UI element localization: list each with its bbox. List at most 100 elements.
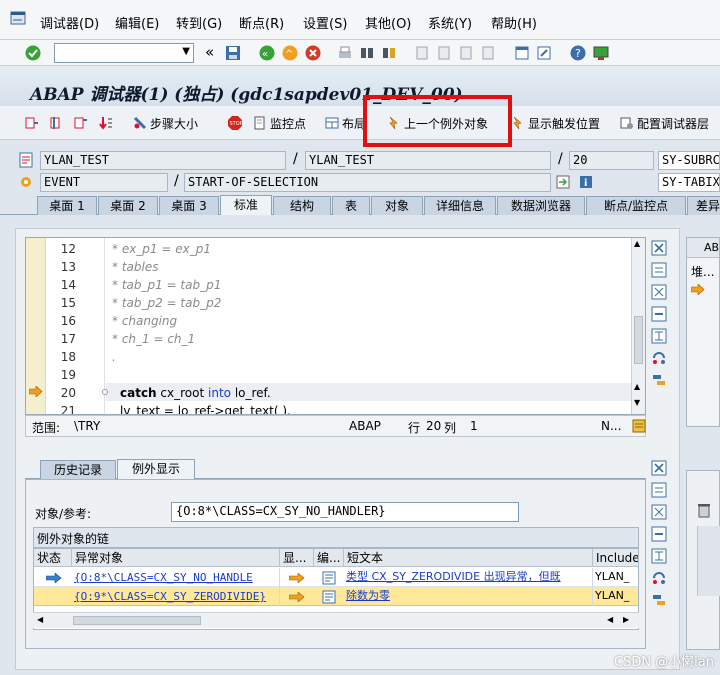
menu-help[interactable]: 帮助(H) xyxy=(491,13,537,32)
find-icon[interactable] xyxy=(358,44,376,62)
scroll-thumb[interactable] xyxy=(634,316,643,364)
return-button[interactable] xyxy=(74,113,88,133)
continue-button[interactable] xyxy=(99,113,113,133)
exception-object-link[interactable]: {O:9*\CLASS=CX_SY_ZERODIVIDE} xyxy=(72,587,280,606)
config-layer-button[interactable]: 配置调试器层 xyxy=(620,113,709,133)
tab-diff[interactable]: 差异 xyxy=(687,196,720,215)
col-edit[interactable]: 编... xyxy=(314,549,344,567)
chevron-down-icon[interactable]: ▼ xyxy=(182,46,190,57)
tab-desktop-3[interactable]: 桌面 3 xyxy=(159,196,219,215)
layout-button[interactable]: 布局 xyxy=(325,113,366,133)
close-tool-icon[interactable] xyxy=(651,460,667,476)
scroll-right-icon[interactable]: ▶ xyxy=(623,615,629,624)
menu-edit[interactable]: 编辑(E) xyxy=(115,13,159,32)
editor-vertical-scrollbar[interactable]: ▲ ▲ ▼ xyxy=(631,238,645,414)
include-field[interactable]: YLAN_TEST xyxy=(305,151,551,170)
trash-icon[interactable] xyxy=(695,501,713,519)
new-tool-icon[interactable] xyxy=(651,306,667,322)
print-icon[interactable] xyxy=(336,44,354,62)
step-over-button[interactable] xyxy=(50,113,64,133)
close-tool-icon[interactable] xyxy=(651,240,667,256)
exception-object-text[interactable]: {O:9*\CLASS=CX_SY_ZERODIVIDE} xyxy=(74,590,266,603)
new-session-icon[interactable] xyxy=(513,44,531,62)
step-into-button[interactable] xyxy=(25,113,39,133)
show-trigger-button[interactable]: 显示触发位置 xyxy=(511,113,600,133)
table-horizontal-scrollbar[interactable]: ◀ ◀ ▶ xyxy=(33,612,639,628)
collapse-icon[interactable]: « xyxy=(205,43,214,61)
scroll-thumb[interactable] xyxy=(73,616,201,625)
swap-tool-icon[interactable] xyxy=(651,262,667,278)
line-field[interactable]: 20 xyxy=(569,151,654,170)
sy-subrc-field[interactable]: SY-SUBRC xyxy=(658,151,720,170)
col-exception-object[interactable]: 异常对象 xyxy=(72,549,280,567)
info-icon[interactable]: i xyxy=(579,175,593,189)
maximize-icon[interactable] xyxy=(651,504,667,520)
scroll-up-icon[interactable]: ▲ xyxy=(634,382,640,391)
new-tool-icon[interactable] xyxy=(651,526,667,542)
refresh-tool-icon[interactable] xyxy=(651,570,667,586)
exit-icon[interactable]: ^ xyxy=(281,44,299,62)
stop-button[interactable]: STOP xyxy=(228,113,242,133)
tab-objects[interactable]: 对象 xyxy=(371,196,423,215)
scroll-left-icon[interactable]: ◀ xyxy=(607,615,613,624)
object-ref-field[interactable]: {O:8*\CLASS=CX_SY_NO_HANDLER} xyxy=(171,502,519,522)
enter-check-icon[interactable] xyxy=(24,44,42,62)
short-text-link[interactable]: 类型 CX_SY_ZERODIVIDE 出现异常，但既 xyxy=(346,570,561,583)
col-short-text[interactable]: 短文本 xyxy=(344,549,593,567)
shortcut-icon[interactable] xyxy=(535,44,553,62)
tab-desktop-1[interactable]: 桌面 1 xyxy=(37,196,97,215)
edit-object-icon[interactable] xyxy=(322,590,336,604)
exception-object-link[interactable]: {O:8*\CLASS=CX_SY_NO_HANDLE xyxy=(72,568,280,587)
col-status[interactable]: 状态 xyxy=(34,549,72,567)
scroll-left-icon[interactable]: ◀ xyxy=(37,615,43,624)
scroll-up-icon[interactable]: ▲ xyxy=(634,239,640,248)
col-display[interactable]: 显... xyxy=(280,549,314,567)
watchpoint-button[interactable]: 监控点 xyxy=(253,113,306,133)
command-field[interactable]: ▼ xyxy=(54,43,194,63)
navigate-icon[interactable] xyxy=(556,175,570,189)
resize-icon[interactable] xyxy=(651,548,667,564)
layout-menu-icon[interactable] xyxy=(592,44,610,62)
tab-desktop-2[interactable]: 桌面 2 xyxy=(98,196,158,215)
display-arrow-icon[interactable] xyxy=(289,592,305,602)
note-icon[interactable] xyxy=(632,419,646,433)
event-name-field[interactable]: START-OF-SELECTION xyxy=(184,173,551,192)
menu-system[interactable]: 系统(Y) xyxy=(428,13,472,32)
find-next-icon[interactable] xyxy=(380,44,398,62)
col-include[interactable]: Include xyxy=(593,549,638,567)
tab-table[interactable]: 表 xyxy=(332,196,370,215)
fold-marker[interactable] xyxy=(102,389,108,395)
back-icon[interactable]: « xyxy=(258,44,276,62)
settings-tool-icon[interactable] xyxy=(651,372,667,388)
short-text-link[interactable]: 除数为零 xyxy=(346,589,390,602)
refresh-tool-icon[interactable] xyxy=(651,350,667,366)
system-menu-icon[interactable] xyxy=(10,10,26,26)
maximize-icon[interactable] xyxy=(651,284,667,300)
source-code-editor[interactable]: 12 * ex_p1 = ex_p1 13 * tables 14 * tab_… xyxy=(25,237,646,415)
menu-debugger[interactable]: 调试器(D) xyxy=(40,13,99,32)
display-arrow-icon[interactable] xyxy=(289,573,305,583)
help-icon[interactable]: ? xyxy=(569,44,587,62)
tab-data-browser[interactable]: 数据浏览器 xyxy=(497,196,585,215)
tab-standard[interactable]: 标准 xyxy=(220,195,272,215)
tab-history[interactable]: 历史记录 xyxy=(40,460,116,479)
first-page-icon[interactable] xyxy=(413,44,431,62)
menu-goto[interactable]: 转到(G) xyxy=(176,13,222,32)
menu-other[interactable]: 其他(O) xyxy=(365,13,411,32)
last-page-icon[interactable] xyxy=(479,44,497,62)
tab-details[interactable]: 详细信息 xyxy=(424,196,496,215)
step-size-button[interactable]: 步骤大小 xyxy=(133,113,198,133)
cancel-icon[interactable] xyxy=(304,44,322,62)
edit-object-icon[interactable] xyxy=(322,571,336,585)
settings-tool-icon[interactable] xyxy=(651,592,667,608)
menu-breakpoints[interactable]: 断点(R) xyxy=(239,13,284,32)
scroll-down-icon[interactable]: ▼ xyxy=(634,398,640,407)
next-page-icon[interactable] xyxy=(457,44,475,62)
menu-settings[interactable]: 设置(S) xyxy=(303,13,347,32)
swap-tool-icon[interactable] xyxy=(651,482,667,498)
prev-page-icon[interactable] xyxy=(435,44,453,62)
save-icon[interactable] xyxy=(224,44,242,62)
exception-object-text[interactable]: {O:8*\CLASS=CX_SY_NO_HANDLE xyxy=(74,571,253,584)
tab-breakpoints[interactable]: 断点/监控点 xyxy=(586,196,686,215)
tab-exception-display[interactable]: 例外显示 xyxy=(117,459,195,479)
